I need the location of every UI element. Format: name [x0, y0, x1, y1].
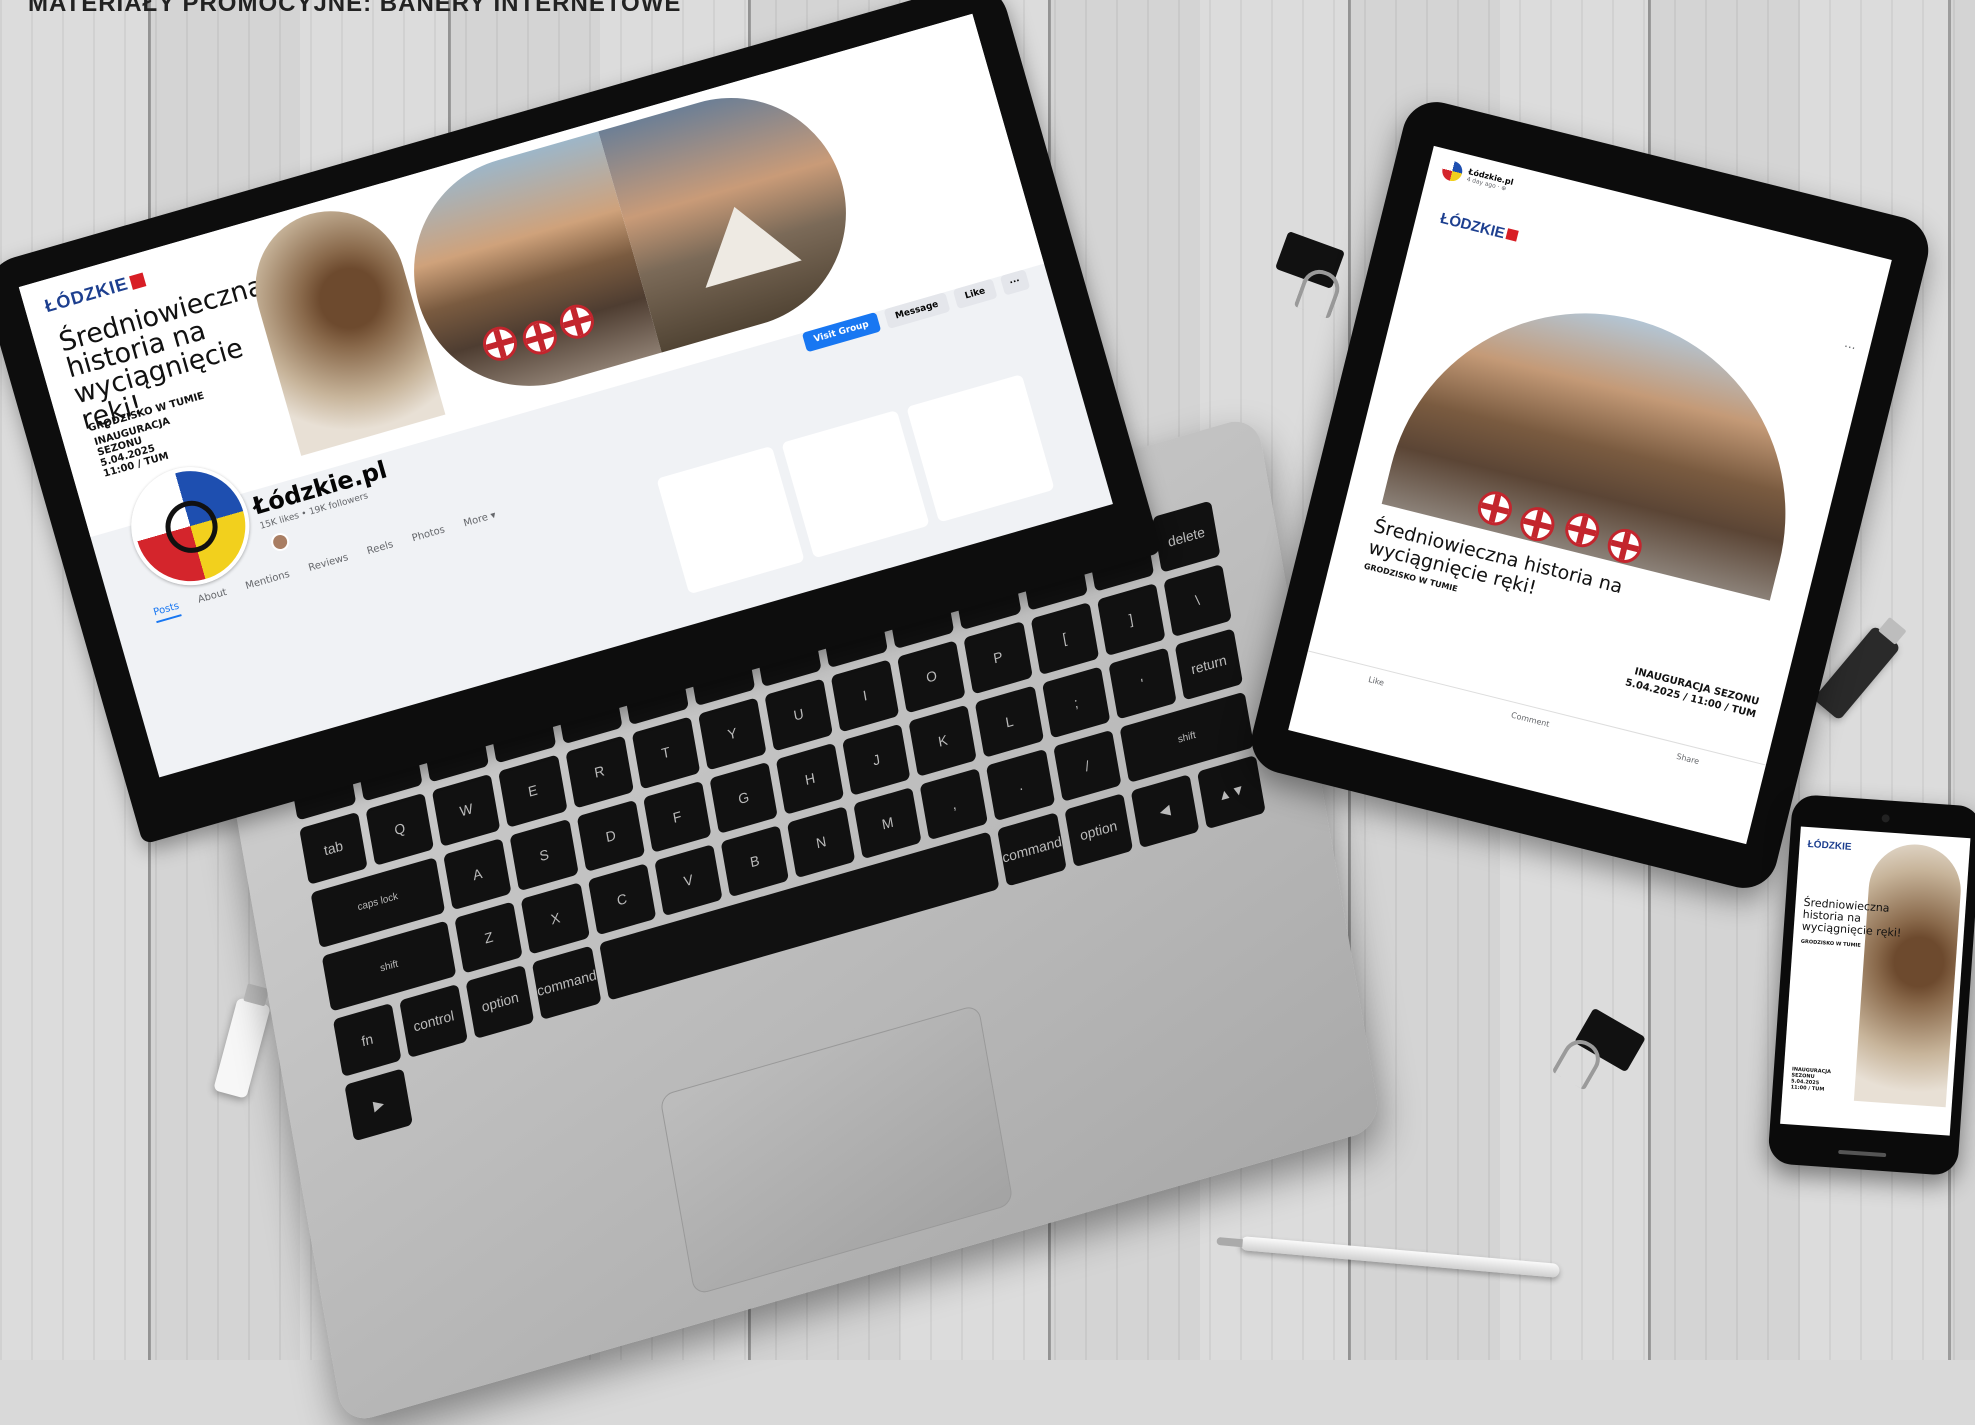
home-bar[interactable] — [1838, 1149, 1887, 1158]
key[interactable]: / — [1052, 729, 1122, 803]
comment-action[interactable]: Comment — [1510, 711, 1550, 729]
author-avatar[interactable] — [1440, 158, 1465, 184]
brand-logo: ŁÓDZKIE — [1438, 210, 1519, 246]
key-fn[interactable]: fn — [332, 1003, 402, 1077]
post-action-bar: Like Comment Share — [1303, 650, 1767, 783]
tab-reels[interactable]: Reels — [366, 539, 396, 562]
like-action[interactable]: Like — [1367, 675, 1385, 688]
key[interactable]: Z — [454, 901, 524, 974]
key[interactable]: T — [631, 716, 701, 790]
key[interactable]: U — [764, 678, 833, 752]
key[interactable]: D — [576, 799, 645, 873]
key[interactable]: V — [654, 844, 723, 917]
key[interactable]: N — [786, 805, 856, 879]
phone-headline: Średniowieczna historia na wyciągnięcie … — [1801, 895, 1902, 940]
feed-placeholder-card — [906, 374, 1055, 523]
tab-mentions[interactable]: Mentions — [244, 569, 292, 597]
key-command[interactable]: command — [997, 812, 1067, 887]
arrow-right-key[interactable]: ▶ — [344, 1067, 414, 1142]
key[interactable]: ] — [1096, 583, 1166, 656]
page-title: MATERIAŁY PROMOCYJNE: BANERY INTERNETOWE — [28, 0, 682, 17]
key[interactable]: \ — [1163, 564, 1232, 637]
key[interactable]: ' — [1108, 646, 1177, 720]
key[interactable]: ; — [1041, 666, 1111, 739]
key-option[interactable]: option — [1064, 793, 1133, 868]
share-action[interactable]: Share — [1676, 752, 1701, 766]
feed-placeholder-card — [656, 445, 805, 595]
camera-icon — [1881, 814, 1890, 823]
tab-reviews[interactable]: Reviews — [307, 552, 351, 579]
avatar-ring — [159, 494, 224, 560]
key[interactable]: I — [830, 659, 900, 733]
key[interactable]: . — [986, 748, 1056, 822]
post-header: Łódzkie.pl 4 day ago · ⊕ — [1440, 158, 1515, 196]
key[interactable]: R — [565, 735, 634, 809]
friend-avatar[interactable] — [269, 530, 292, 554]
brand-logo: ŁÓDZKIE — [1807, 838, 1852, 854]
key[interactable]: O — [897, 640, 966, 714]
feed-placeholder-card — [781, 409, 930, 559]
phone-screen: ŁÓDZKIE Średniowieczna historia na wycią… — [1780, 826, 1971, 1136]
tab-more[interactable]: More ▾ — [462, 510, 498, 534]
key[interactable]: M — [853, 786, 922, 860]
key-command[interactable]: command — [532, 945, 602, 1020]
key[interactable]: B — [720, 825, 790, 898]
key[interactable]: Q — [365, 792, 435, 866]
arrow-up-down-key[interactable]: ▲▼ — [1196, 755, 1266, 829]
key[interactable]: G — [709, 761, 778, 834]
phone-subtitle: GRODZISKO W TUMIE — [1800, 938, 1861, 949]
key-delete[interactable]: delete — [1152, 500, 1221, 574]
key[interactable]: F — [642, 780, 712, 853]
key[interactable]: H — [775, 742, 845, 815]
eagle-photo — [1853, 841, 1964, 1108]
key[interactable]: W — [432, 773, 501, 847]
key[interactable]: E — [498, 754, 568, 828]
eagle-photo — [237, 193, 446, 456]
tab-about[interactable]: About — [197, 587, 230, 611]
key[interactable]: C — [587, 863, 657, 936]
key-return[interactable]: return — [1174, 627, 1244, 701]
post-date: INAUGURACJA SEZONU 5.04.2025 / 11:00 / T… — [1624, 666, 1761, 721]
key[interactable]: K — [908, 704, 978, 777]
key[interactable]: S — [509, 818, 579, 892]
key-option[interactable]: option — [465, 965, 535, 1039]
phone-date: INAUGURACJA SEZONU 5.04.2025 11:00 / TUM — [1790, 1066, 1832, 1093]
arrow-left-key[interactable]: ◀ — [1130, 774, 1200, 848]
key[interactable]: X — [520, 882, 590, 955]
facebook-post-screen: Łódzkie.pl 4 day ago · ⊕ ··· ŁÓDZKIE Śre… — [1288, 145, 1892, 845]
key[interactable]: P — [963, 621, 1033, 695]
tab-photos[interactable]: Photos — [411, 524, 448, 549]
key[interactable]: J — [842, 723, 911, 796]
key[interactable]: L — [974, 685, 1044, 758]
post-menu-icon[interactable]: ··· — [1842, 339, 1856, 355]
key[interactable]: [ — [1030, 602, 1100, 675]
key-tab[interactable]: tab — [299, 812, 368, 885]
key[interactable]: Y — [698, 697, 767, 771]
key[interactable]: A — [443, 837, 512, 911]
key[interactable]: , — [919, 767, 989, 841]
tab-posts[interactable]: Posts — [152, 600, 182, 624]
smartphone: ŁÓDZKIE Średniowieczna historia na wycią… — [1767, 793, 1975, 1177]
key-control[interactable]: control — [399, 984, 469, 1058]
